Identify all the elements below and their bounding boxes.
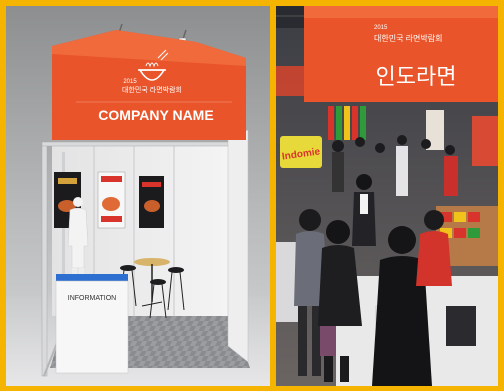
poster-center	[97, 171, 126, 229]
booth-side-wall	[227, 129, 249, 363]
signboard-year: 2015	[123, 79, 137, 85]
booth-signboard: 2015 대한민국 라면박람회 COMPANY NAME	[52, 30, 246, 140]
image-frame: 2015 대한민국 라면박람회 COMPANY NAME INFORMATION…	[0, 0, 504, 391]
indomie-sign: Indomie	[280, 136, 322, 168]
booth-banner: 2015 대한민국 라면박람회 인도라면	[276, 6, 498, 102]
booth-photo-panel: 2015 대한민국 라면박람회 인도라면 Indomie	[276, 6, 498, 386]
banner-event: 대한민국 라면박람회	[374, 33, 442, 43]
information-counter: INFORMATION	[55, 274, 129, 374]
banner-year: 2015	[374, 25, 388, 31]
counter-label: INFORMATION	[68, 295, 116, 302]
booth-photo: 2015 대한민국 라면박람회 인도라면 Indomie	[276, 6, 498, 386]
poster-right	[139, 176, 164, 228]
booth-rendering-panel: 2015 대한민국 라면박람회 COMPANY NAME INFORMATION	[6, 6, 270, 386]
booth-frame-pole	[41, 141, 48, 377]
company-name: COMPANY NAME	[98, 107, 213, 123]
booth-rendering: 2015 대한민국 라면박람회 COMPANY NAME INFORMATION	[6, 23, 270, 386]
banner-brand: 인도라면	[376, 64, 457, 89]
signboard-event: 대한민국 라면박람회	[122, 85, 182, 94]
